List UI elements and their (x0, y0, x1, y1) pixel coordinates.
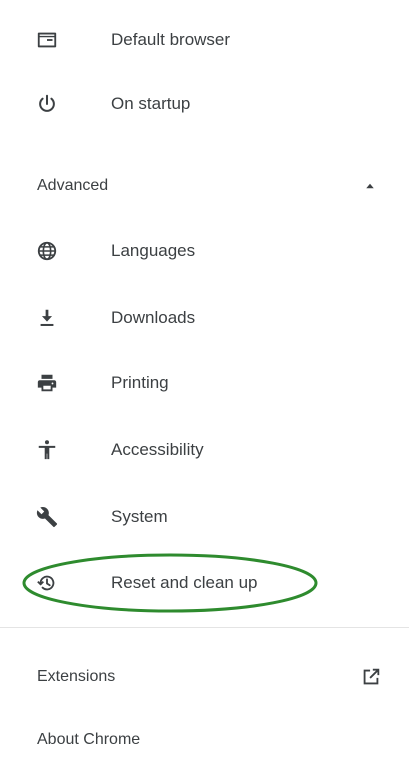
nav-item-extensions[interactable]: Extensions (0, 652, 409, 702)
nav-item-label: On startup (111, 94, 191, 113)
nav-item-downloads[interactable]: Downloads (0, 290, 409, 346)
wrench-icon (35, 505, 59, 529)
advanced-label: Advanced (37, 177, 109, 194)
extensions-label: Extensions (37, 668, 116, 685)
nav-item-label: Downloads (111, 308, 196, 327)
nav-item-label: Accessibility (111, 440, 204, 459)
open-in-new-icon[interactable] (360, 666, 382, 688)
nav-item-label: System (111, 507, 168, 526)
globe-icon (35, 239, 59, 263)
nav-item-system[interactable]: System (0, 489, 409, 545)
advanced-section-header[interactable]: Advanced (0, 162, 409, 210)
printer-icon (35, 371, 59, 395)
nav-item-label: Languages (111, 241, 196, 260)
nav-item-label: Printing (111, 373, 169, 392)
nav-item-label: Reset and clean up (111, 573, 258, 592)
restore-icon (35, 571, 59, 595)
accessibility-icon (35, 438, 59, 462)
nav-item-languages[interactable]: Languages (0, 223, 409, 279)
settings-side-nav: Default browser On startup Advanced Lang… (0, 0, 409, 753)
section-divider (0, 627, 409, 628)
power-icon (35, 92, 59, 116)
about-chrome-label: About Chrome (37, 731, 141, 748)
browser-window-icon (35, 28, 59, 52)
nav-item-accessibility[interactable]: Accessibility (0, 422, 409, 478)
nav-item-about-chrome[interactable]: About Chrome (0, 715, 409, 765)
nav-item-default-browser[interactable]: Default browser (0, 12, 409, 68)
nav-item-on-startup[interactable]: On startup (0, 76, 409, 132)
nav-item-printing[interactable]: Printing (0, 355, 409, 411)
collapse-arrow-icon[interactable] (362, 178, 378, 194)
nav-item-reset-and-clean-up[interactable]: Reset and clean up (0, 555, 409, 611)
download-icon (35, 306, 59, 330)
nav-item-label: Default browser (111, 30, 231, 49)
